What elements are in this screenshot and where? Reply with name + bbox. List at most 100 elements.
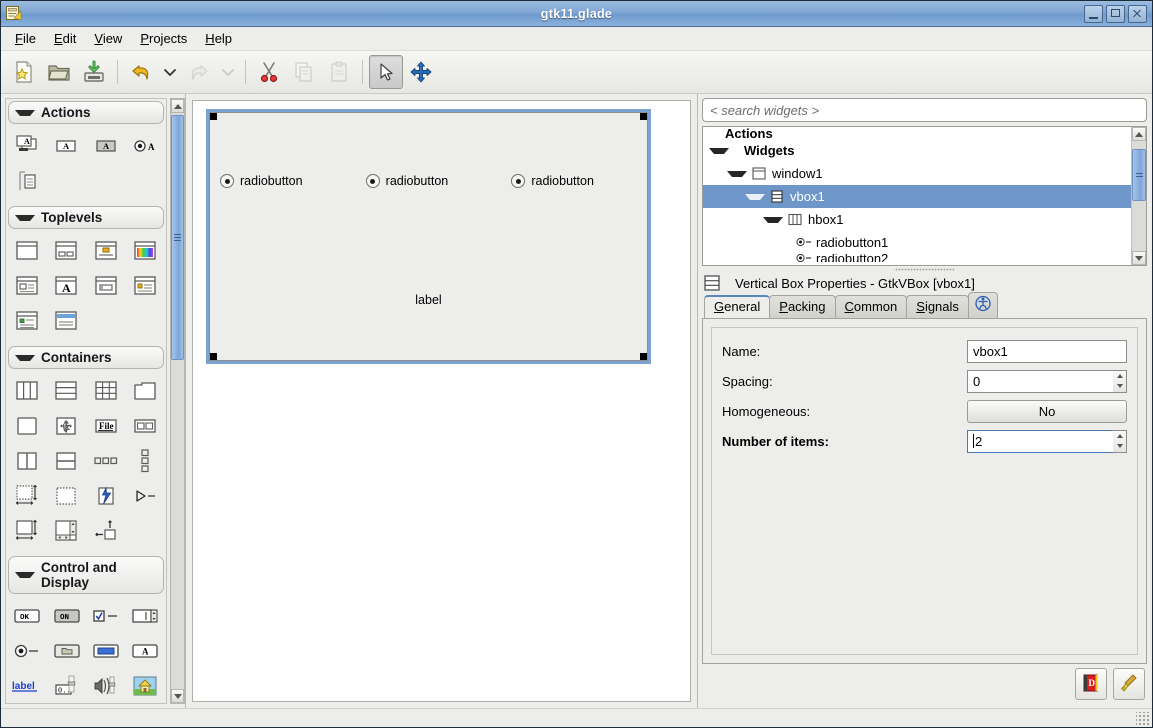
palette-item-action-group[interactable]: A xyxy=(8,130,46,161)
palette-section-containers[interactable]: Containers xyxy=(8,346,164,369)
property-spacing-input[interactable]: 0 xyxy=(967,369,1113,393)
tab-general[interactable]: General xyxy=(704,295,771,318)
tree-item-radiobutton1[interactable]: radiobutton1 xyxy=(703,231,1131,254)
menu-file[interactable]: File xyxy=(7,29,44,48)
property-name-input[interactable]: vbox1 xyxy=(967,339,1127,363)
palette-item-notebook[interactable] xyxy=(127,375,165,406)
palette-item-color-selection-dialog[interactable] xyxy=(127,235,165,266)
canvas-radiobutton1[interactable]: radiobutton xyxy=(210,174,356,188)
palette-item-spin-button[interactable] xyxy=(127,600,164,631)
tree-item-window1[interactable]: window1 xyxy=(703,162,1131,185)
expander-triangle-icon[interactable] xyxy=(763,216,783,223)
save-disk-icon[interactable] xyxy=(77,55,111,89)
palette-item-hbox[interactable] xyxy=(8,375,46,406)
tree-scroll-track[interactable] xyxy=(1132,141,1146,251)
palette-item-window[interactable] xyxy=(8,235,46,266)
palette-scroll-up-button[interactable] xyxy=(171,99,184,113)
search-widgets-input[interactable]: < search widgets > xyxy=(702,98,1147,122)
palette-item-check-button[interactable] xyxy=(87,600,124,631)
resize-handle-bottom-right[interactable] xyxy=(640,353,647,360)
palette-item-message-dialog[interactable] xyxy=(87,235,125,266)
palette-item-viewport[interactable] xyxy=(8,480,46,511)
new-document-icon[interactable] xyxy=(7,55,41,89)
tab-common[interactable]: Common xyxy=(834,295,908,318)
property-number-of-items-spinner[interactable] xyxy=(1113,429,1127,453)
palette-item-scrolled-window[interactable] xyxy=(48,515,86,546)
palette-item-color-button[interactable] xyxy=(87,635,124,666)
tree-item-widgets[interactable]: Widgets xyxy=(703,139,1131,162)
tab-packing[interactable]: Packing xyxy=(769,295,836,318)
palette-item-hbutton-box[interactable] xyxy=(127,410,165,441)
palette-item-event-box[interactable] xyxy=(87,480,125,511)
palette-item-hbutton-row[interactable] xyxy=(87,445,125,476)
palette-item-button[interactable]: OK xyxy=(8,600,46,631)
tab-accessibility[interactable] xyxy=(967,292,998,318)
cursor-arrow-icon[interactable] xyxy=(369,55,403,89)
palette-item-about-dialog[interactable] xyxy=(127,270,165,301)
tree-scroll-down-button[interactable] xyxy=(1132,251,1146,265)
tree-item-vbox1[interactable]: vbox1 xyxy=(703,185,1131,208)
property-homogeneous-button[interactable]: No xyxy=(967,399,1127,423)
palette-item-file-chooser-widget[interactable]: File xyxy=(87,410,125,441)
palette-item-vbox[interactable] xyxy=(48,375,86,406)
spinner-up-button[interactable] xyxy=(1113,371,1126,382)
palette-item-file-chooser-dialog[interactable] xyxy=(8,270,46,301)
palette-item-hpaned[interactable] xyxy=(8,445,46,476)
palette-item-file-chooser-button[interactable] xyxy=(48,635,85,666)
palette-section-actions[interactable]: Actions xyxy=(8,101,164,124)
tree-scroll-up-button[interactable] xyxy=(1132,127,1146,141)
palette-item-scale-button[interactable]: 0.. xyxy=(48,670,85,701)
resize-handle-bottom-left[interactable] xyxy=(210,353,217,360)
palette-item-radio-button[interactable] xyxy=(8,635,46,666)
clear-properties-button[interactable] xyxy=(1113,668,1145,700)
menu-view[interactable]: View xyxy=(86,29,130,48)
spinner-down-button[interactable] xyxy=(1113,441,1126,452)
palette-item-font-button[interactable]: A xyxy=(127,635,164,666)
palette-item-radio-action[interactable]: A xyxy=(127,130,165,161)
menu-edit[interactable]: Edit xyxy=(46,29,84,48)
palette-scrollbar[interactable] xyxy=(170,98,185,704)
tree-item-radiobutton2[interactable]: radiobutton2 xyxy=(703,254,1131,262)
palette-item-assistant[interactable] xyxy=(8,305,46,336)
design-canvas[interactable]: radiobutton radiobutton radiobutton labe… xyxy=(192,100,691,702)
tree-item-actions[interactable]: Actions xyxy=(703,127,1131,139)
spinner-down-button[interactable] xyxy=(1113,381,1126,392)
tree-scroll-thumb[interactable] xyxy=(1132,149,1146,201)
palette-item-offscreen-window[interactable] xyxy=(48,305,86,336)
palette-scroll-track[interactable] xyxy=(171,113,184,689)
scissors-icon[interactable] xyxy=(252,55,286,89)
undo-dropdown-chevron-down-icon[interactable] xyxy=(159,55,181,89)
palette-item-image[interactable] xyxy=(127,670,164,701)
property-spacing-spinner[interactable] xyxy=(1113,369,1127,393)
palette-item-handle-box[interactable] xyxy=(87,515,125,546)
palette-item-toggle-button[interactable]: ON xyxy=(48,600,85,631)
palette-item-font-selection-dialog[interactable]: A xyxy=(48,270,86,301)
expander-triangle-icon[interactable] xyxy=(745,193,765,200)
canvas-label-widget[interactable]: label xyxy=(210,293,647,307)
open-folder-icon[interactable] xyxy=(42,55,76,89)
palette-item-action[interactable]: A xyxy=(48,130,86,161)
palette-section-control-and-display[interactable]: Control and Display xyxy=(8,556,164,594)
menu-projects[interactable]: Projects xyxy=(132,29,195,48)
palette-item-vbutton-box[interactable] xyxy=(127,445,165,476)
resize-handle-top-right[interactable] xyxy=(640,113,647,120)
tab-signals[interactable]: Signals xyxy=(906,295,969,318)
palette-item-layout[interactable] xyxy=(8,515,46,546)
maximize-button[interactable] xyxy=(1106,4,1125,23)
palette-item-recent-action[interactable] xyxy=(8,165,46,196)
palette-item-dialog[interactable] xyxy=(48,235,86,266)
minimize-button[interactable] xyxy=(1084,4,1103,23)
palette-scroll-down-button[interactable] xyxy=(171,689,184,703)
expander-triangle-icon[interactable] xyxy=(727,170,747,177)
palette-item-frame[interactable] xyxy=(8,410,46,441)
widget-tree-list[interactable]: Actions Widgets window1 vbox1 hbox1 radi… xyxy=(703,127,1131,265)
palette-item-fixed[interactable] xyxy=(48,480,86,511)
spinner-up-button[interactable] xyxy=(1113,431,1126,442)
palette-item-link-button[interactable]: label xyxy=(8,670,46,701)
palette-item-table[interactable] xyxy=(87,375,125,406)
tree-scrollbar[interactable] xyxy=(1131,127,1146,265)
palette-item-alignment[interactable] xyxy=(48,410,86,441)
undo-arrow-icon[interactable] xyxy=(124,55,158,89)
palette-item-vpaned[interactable] xyxy=(48,445,86,476)
move-arrows-icon[interactable] xyxy=(404,55,438,89)
